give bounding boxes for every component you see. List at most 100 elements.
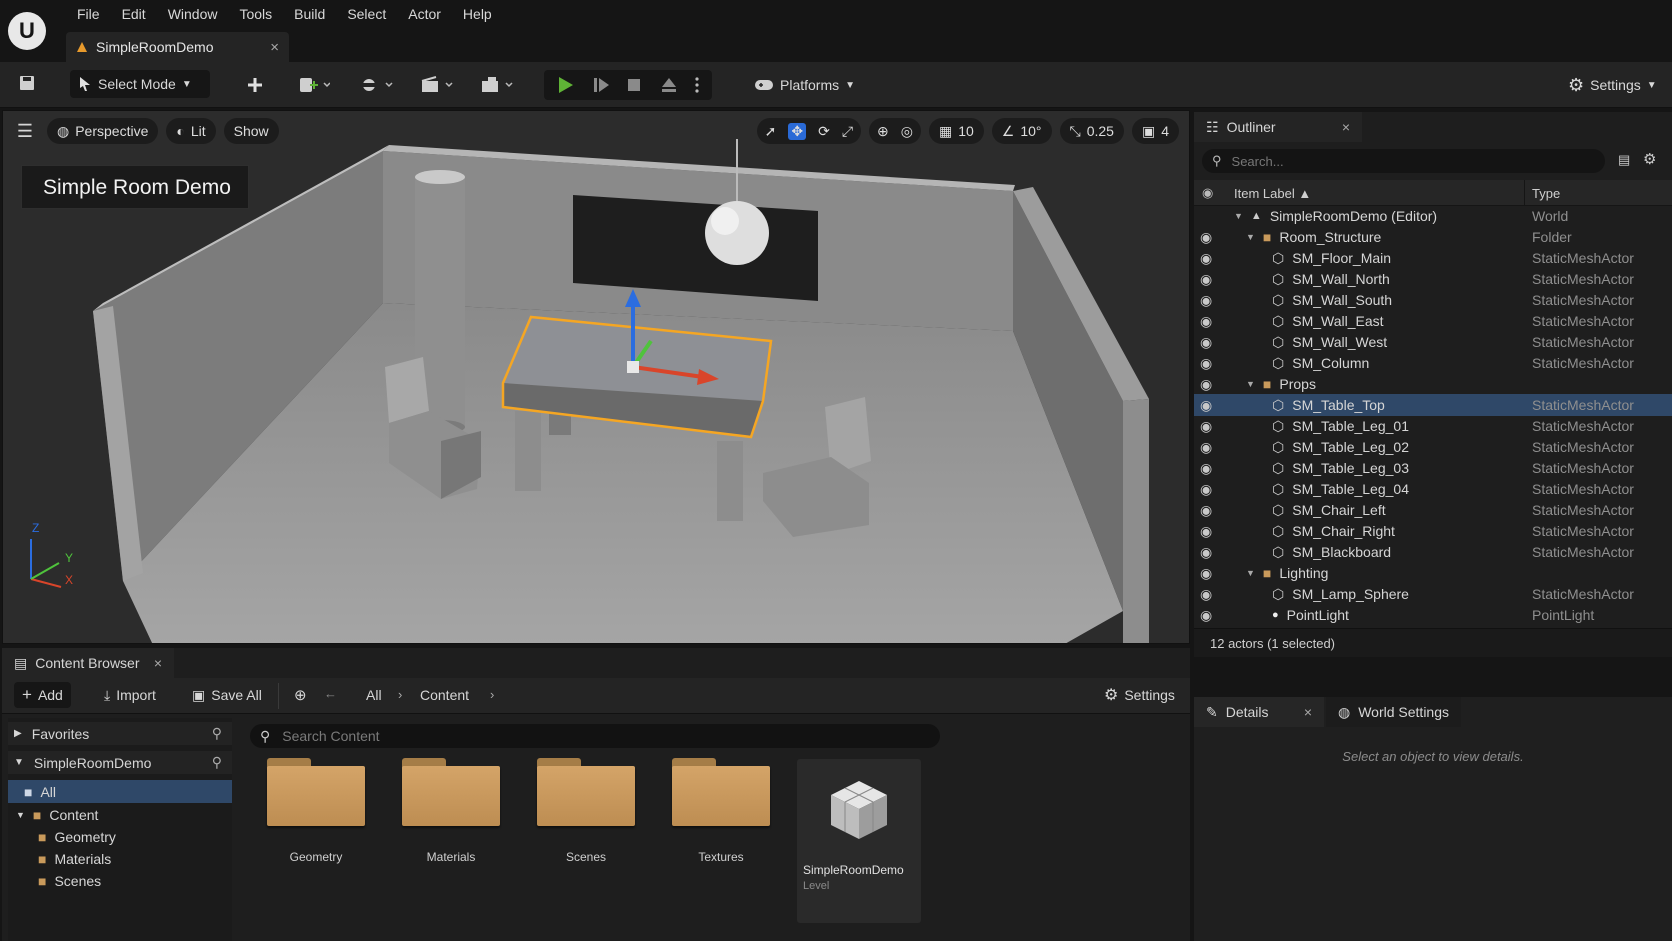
visibility-eye-icon[interactable]: ◉ xyxy=(1200,607,1216,624)
cinematics-icon[interactable] xyxy=(420,76,454,94)
outliner-row[interactable]: ◉ ⬡ SM_Blackboard StaticMeshActor xyxy=(1194,541,1672,563)
breadcrumb-all[interactable]: All xyxy=(366,687,382,703)
search-icon[interactable]: ⚲ xyxy=(212,725,222,742)
outliner-row[interactable]: ◉ ▼ ■ Props xyxy=(1194,373,1672,395)
menu-select[interactable]: Select xyxy=(336,0,397,28)
translate-icon[interactable]: ✥ xyxy=(788,122,807,140)
grid-snap-button[interactable]: ▦ 10 xyxy=(928,118,984,144)
visibility-eye-icon[interactable]: ◉ xyxy=(1200,439,1216,456)
perspective-button[interactable]: ◍ Perspective xyxy=(47,118,159,144)
back-arrow-icon[interactable]: ← xyxy=(324,686,337,701)
level-asset-tile[interactable]: SimpleRoomDemo Level xyxy=(797,759,921,923)
close-icon[interactable]: × xyxy=(1342,119,1350,135)
gear-icon[interactable]: ⚙ xyxy=(1643,150,1656,168)
select-cursor-icon[interactable]: ➚ xyxy=(765,123,777,140)
cb-settings-button[interactable]: ⚙ Settings xyxy=(1096,682,1183,708)
save-all-button[interactable]: ▣ Save All xyxy=(184,682,270,708)
project-section[interactable]: ▼ SimpleRoomDemo ⚲ xyxy=(8,751,232,774)
add-folder-icon[interactable]: ▤ xyxy=(1618,152,1630,168)
menu-edit[interactable]: Edit xyxy=(111,0,157,28)
document-tab[interactable]: SimpleRoomDemo × xyxy=(66,32,289,62)
chevron-down-icon[interactable]: ▼ xyxy=(1246,379,1255,389)
outliner-row[interactable]: ◉ ⬡ SM_Column StaticMeshActor xyxy=(1194,352,1672,374)
menu-actor[interactable]: Actor xyxy=(397,0,452,28)
folder-tree-item[interactable]: ■ Materials xyxy=(8,847,232,870)
add-icon[interactable] xyxy=(246,76,264,94)
camera-speed-button[interactable]: ▣ 4 xyxy=(1131,118,1179,144)
visibility-header-icon[interactable]: ◉ xyxy=(1202,185,1213,201)
visibility-eye-icon[interactable]: ◉ xyxy=(1200,460,1216,477)
world-settings-tab[interactable]: ◍ World Settings xyxy=(1326,697,1461,727)
search-icon[interactable]: ⚲ xyxy=(212,754,222,771)
outliner-row[interactable]: ◉ ⬡ SM_Table_Leg_03 StaticMeshActor xyxy=(1194,457,1672,479)
folder-asset-tile[interactable]: Geometry xyxy=(256,758,376,918)
folder-tree-item[interactable]: ▼ ■ Content xyxy=(8,803,232,826)
type-header[interactable]: Type xyxy=(1532,186,1560,201)
more-options-icon[interactable] xyxy=(694,76,700,94)
stop-icon[interactable] xyxy=(626,77,642,93)
close-icon[interactable]: × xyxy=(154,655,162,671)
outliner-row[interactable]: ◉ ⬡ SM_Wall_North StaticMeshActor xyxy=(1194,268,1672,290)
select-mode-button[interactable]: Select Mode ▼ xyxy=(70,70,210,98)
menu-build[interactable]: Build xyxy=(283,0,336,28)
visibility-eye-icon[interactable]: ◉ xyxy=(1200,292,1216,309)
visibility-eye-icon[interactable]: ◉ xyxy=(1200,397,1216,414)
visibility-eye-icon[interactable]: ◉ xyxy=(1200,586,1216,603)
rotation-snap-button[interactable]: ∠ 10° xyxy=(991,118,1052,144)
lit-button[interactable]: ◐ Lit xyxy=(166,118,216,144)
settings-button[interactable]: ⚙ Settings ▼ xyxy=(1560,71,1665,99)
breadcrumb-content[interactable]: Content xyxy=(420,687,469,703)
close-icon[interactable]: × xyxy=(1304,704,1312,720)
platforms-button[interactable]: Platforms ▼ xyxy=(746,71,863,99)
outliner-row[interactable]: ◉ ⬡ SM_Chair_Right StaticMeshActor xyxy=(1194,520,1672,542)
visibility-eye-icon[interactable]: ◉ xyxy=(1200,229,1216,246)
outliner-row[interactable]: ◉ ⬡ SM_Wall_West StaticMeshActor xyxy=(1194,331,1672,353)
rotate-icon[interactable]: ⟳ xyxy=(818,123,830,140)
blackboard-mesh[interactable] xyxy=(573,195,818,301)
folder-tree-item[interactable]: ■ Geometry xyxy=(8,825,232,848)
outliner-row[interactable]: ◉ ⬡ SM_Wall_South StaticMeshActor xyxy=(1194,289,1672,311)
visibility-eye-icon[interactable]: ◉ xyxy=(1200,544,1216,561)
content-search[interactable]: ⚲ Search Content xyxy=(250,724,940,748)
folder-asset-tile[interactable]: Textures xyxy=(661,758,781,918)
outliner-row[interactable]: ◉ ▼ ■ Lighting xyxy=(1194,562,1672,584)
visibility-eye-icon[interactable]: ◉ xyxy=(1200,565,1216,582)
chevron-down-icon[interactable]: ▼ xyxy=(16,810,25,820)
visibility-eye-icon[interactable]: ◉ xyxy=(1200,376,1216,393)
scale-icon[interactable]: ⤢ xyxy=(842,123,853,140)
visibility-eye-icon[interactable]: ◉ xyxy=(1200,502,1216,519)
hamburger-menu-icon[interactable]: ☰ xyxy=(11,118,39,144)
outliner-row[interactable]: ◉ ⬡ SM_Wall_East StaticMeshActor xyxy=(1194,310,1672,332)
history-icon[interactable]: ⊕ xyxy=(294,686,307,704)
blueprint-icon[interactable] xyxy=(360,76,394,94)
item-label-header[interactable]: Item Label ▲ xyxy=(1234,186,1311,201)
menu-file[interactable]: File xyxy=(66,0,111,28)
outliner-row[interactable]: ◉ ▼ ■ Room_Structure Folder xyxy=(1194,226,1672,248)
visibility-eye-icon[interactable]: ◉ xyxy=(1200,481,1216,498)
visibility-eye-icon[interactable]: ◉ xyxy=(1200,313,1216,330)
folder-tree-item[interactable]: ■ Scenes xyxy=(8,869,232,892)
unreal-logo-icon[interactable]: U xyxy=(8,12,46,50)
world-space-icon[interactable]: ⊕ xyxy=(877,123,889,140)
lamp-sphere-mesh[interactable] xyxy=(705,201,769,265)
step-icon[interactable] xyxy=(592,76,610,94)
outliner-row[interactable]: ◉ ⬡ SM_Table_Top StaticMeshActor xyxy=(1194,394,1672,416)
visibility-eye-icon[interactable]: ◉ xyxy=(1200,271,1216,288)
outliner-row[interactable]: ◉ ● PointLight PointLight xyxy=(1194,604,1672,626)
visibility-eye-icon[interactable]: ◉ xyxy=(1200,334,1216,351)
add-button[interactable]: + Add xyxy=(14,682,71,708)
visibility-eye-icon[interactable]: ◉ xyxy=(1200,523,1216,540)
play-icon[interactable] xyxy=(556,76,574,94)
visibility-eye-icon[interactable]: ◉ xyxy=(1200,418,1216,435)
visibility-eye-icon[interactable]: ◉ xyxy=(1200,250,1216,267)
outliner-row[interactable]: ◉ ⬡ SM_Lamp_Sphere StaticMeshActor xyxy=(1194,583,1672,605)
menu-tools[interactable]: Tools xyxy=(228,0,283,28)
chevron-down-icon[interactable]: ▼ xyxy=(1246,232,1255,242)
favorites-section[interactable]: ▶ Favorites ⚲ xyxy=(8,722,232,745)
show-button[interactable]: Show xyxy=(223,118,279,144)
quick-add-icon[interactable] xyxy=(298,76,330,94)
menu-help[interactable]: Help xyxy=(452,0,503,28)
outliner-row[interactable]: ◉ ⬡ SM_Table_Leg_01 StaticMeshActor xyxy=(1194,415,1672,437)
build-options-icon[interactable] xyxy=(480,76,514,94)
details-tab[interactable]: ✎ Details × xyxy=(1194,697,1324,727)
